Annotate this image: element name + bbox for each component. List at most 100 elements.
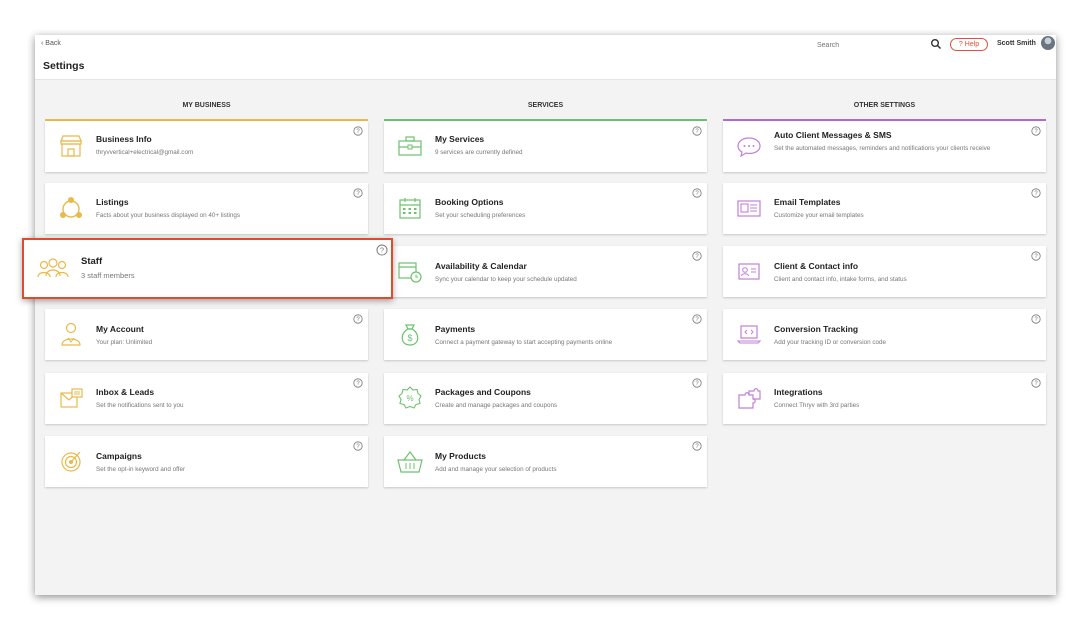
card-auto-client-messages[interactable]: Auto Client Messages & SMS Set the autom… xyxy=(723,121,1046,172)
top-bar: ‹ Back Settings ? Help Scott Smith xyxy=(35,35,1056,80)
help-circle-icon[interactable]: ? xyxy=(1031,251,1041,261)
back-link[interactable]: ‹ Back xyxy=(41,40,61,47)
card-title: Availability & Calendar xyxy=(435,261,527,271)
card-my-services[interactable]: My Services 9 services are currently def… xyxy=(384,121,707,172)
card-title: Inbox & Leads xyxy=(96,387,155,397)
card-subtitle: Set the automated messages, reminders an… xyxy=(774,145,991,152)
card-packages-coupons[interactable]: % Packages and Coupons Create and manage… xyxy=(384,373,707,424)
card-title: Packages and Coupons xyxy=(435,387,531,397)
card-title: Integrations xyxy=(774,387,823,397)
card-title: Email Templates xyxy=(774,197,841,207)
card-integrations[interactable]: Integrations Connect Thryv with 3rd part… xyxy=(723,373,1046,424)
svg-text:?: ? xyxy=(695,444,699,450)
card-title: Client & Contact info xyxy=(774,261,859,271)
help-circle-icon[interactable]: ? xyxy=(376,244,388,256)
card-subtitle: Set your scheduling preferences xyxy=(435,212,526,219)
svg-text:?: ? xyxy=(695,129,699,135)
help-circle-icon[interactable]: ? xyxy=(353,378,363,388)
staff-group-icon xyxy=(37,258,69,278)
svg-text:?: ? xyxy=(695,254,699,260)
card-subtitle: Set the notifications sent to you xyxy=(96,402,184,409)
search-input[interactable] xyxy=(817,39,943,51)
card-title: Auto Client Messages & SMS xyxy=(774,130,892,140)
card-subtitle: Create and manage packages and coupons xyxy=(435,402,558,409)
help-circle-icon[interactable]: ? xyxy=(1031,188,1041,198)
help-circle-icon[interactable]: ? xyxy=(692,441,702,451)
help-circle-icon[interactable]: ? xyxy=(692,251,702,261)
help-circle-icon[interactable]: ? xyxy=(353,126,363,136)
svg-text:?: ? xyxy=(1034,191,1038,197)
card-availability-calendar[interactable]: Availability & Calendar Sync your calend… xyxy=(384,246,707,297)
svg-text:?: ? xyxy=(695,317,699,323)
chat-bubble-icon xyxy=(737,137,761,158)
help-circle-icon[interactable]: ? xyxy=(1031,126,1041,136)
column-header-my-business: MY BUSINESS xyxy=(182,102,231,109)
inbox-icon xyxy=(60,388,83,408)
card-business-info[interactable]: Business Info thryvvertical+electrical@g… xyxy=(45,121,368,172)
card-staff[interactable]: Staff 3 staff members ? xyxy=(22,238,393,299)
card-subtitle: Set the opt-in keyword and offer xyxy=(96,466,186,473)
card-subtitle: 3 staff members xyxy=(81,271,135,280)
svg-text:?: ? xyxy=(1034,129,1038,135)
card-subtitle: Customize your email templates xyxy=(774,212,864,219)
card-subtitle: Your plan: Unlimited xyxy=(96,339,153,346)
card-client-contact-info[interactable]: Client & Contact info Client and contact… xyxy=(723,246,1046,297)
card-title: Conversion Tracking xyxy=(774,324,859,334)
card-title: Booking Options xyxy=(435,197,504,207)
column-header-services: SERVICES xyxy=(527,102,564,109)
svg-text:%: % xyxy=(406,394,413,403)
briefcase-icon xyxy=(398,136,422,156)
svg-text:?: ? xyxy=(1034,317,1038,323)
card-title: My Products xyxy=(435,451,487,461)
user-name[interactable]: Scott Smith xyxy=(997,40,1036,47)
help-circle-icon[interactable]: ? xyxy=(353,188,363,198)
help-circle-icon[interactable]: ? xyxy=(692,126,702,136)
column-header-other-settings: OTHER SETTINGS xyxy=(853,102,916,109)
money-bag-icon: $ xyxy=(401,324,419,346)
laptop-code-icon xyxy=(736,325,762,344)
card-listings[interactable]: Listings Facts about your business displ… xyxy=(45,183,368,234)
help-circle-icon[interactable]: ? xyxy=(692,314,702,324)
help-circle-icon[interactable]: ? xyxy=(353,441,363,451)
card-title: Payments xyxy=(435,324,476,334)
card-subtitle: Connect a payment gateway to start accep… xyxy=(435,339,613,346)
puzzle-piece-icon xyxy=(738,388,761,409)
card-title: Listings xyxy=(96,197,129,207)
settings-window: ‹ Back Settings ? Help Scott Smith MY BU… xyxy=(35,35,1056,595)
help-circle-icon[interactable]: ? xyxy=(1031,314,1041,324)
user-account-icon xyxy=(61,322,81,346)
help-button[interactable]: ? Help xyxy=(950,38,988,51)
coupon-badge-icon: % xyxy=(398,386,422,409)
card-conversion-tracking[interactable]: Conversion Tracking Add your tracking ID… xyxy=(723,309,1046,360)
card-title: Business Info xyxy=(96,134,152,144)
card-title: My Account xyxy=(96,324,144,334)
svg-text:?: ? xyxy=(1034,254,1038,260)
help-circle-icon[interactable]: ? xyxy=(692,188,702,198)
help-circle-icon[interactable]: ? xyxy=(353,314,363,324)
card-subtitle: Add and manage your selection of product… xyxy=(435,466,557,473)
card-payments[interactable]: $ Payments Connect a payment gateway to … xyxy=(384,309,707,360)
svg-text:$: $ xyxy=(407,333,412,343)
newsletter-icon xyxy=(737,200,761,217)
page-title: Settings xyxy=(43,60,85,72)
card-my-products[interactable]: My Products Add and manage your selectio… xyxy=(384,436,707,487)
help-circle-icon[interactable]: ? xyxy=(1031,378,1041,388)
card-campaigns[interactable]: Campaigns Set the opt-in keyword and off… xyxy=(45,436,368,487)
card-subtitle: Connect Thryv with 3rd parties xyxy=(774,402,860,409)
svg-text:?: ? xyxy=(356,444,360,450)
svg-text:?: ? xyxy=(1034,381,1038,387)
card-booking-options[interactable]: Booking Options Set your scheduling pref… xyxy=(384,183,707,234)
card-subtitle: Sync your calendar to keep your schedule… xyxy=(435,276,577,283)
card-inbox-leads[interactable]: Inbox & Leads Set the notifications sent… xyxy=(45,373,368,424)
card-subtitle: thryvvertical+electrical@gmail.com xyxy=(96,149,194,156)
card-subtitle: Add your tracking ID or conversion code xyxy=(774,339,887,346)
help-circle-icon[interactable]: ? xyxy=(692,378,702,388)
avatar[interactable] xyxy=(1041,36,1055,50)
svg-text:?: ? xyxy=(356,191,360,197)
network-icon xyxy=(60,197,82,218)
svg-text:?: ? xyxy=(356,129,360,135)
storefront-icon xyxy=(60,135,82,157)
card-my-account[interactable]: My Account Your plan: Unlimited ? xyxy=(45,309,368,360)
card-email-templates[interactable]: Email Templates Customize your email tem… xyxy=(723,183,1046,234)
search-icon[interactable] xyxy=(930,38,942,50)
